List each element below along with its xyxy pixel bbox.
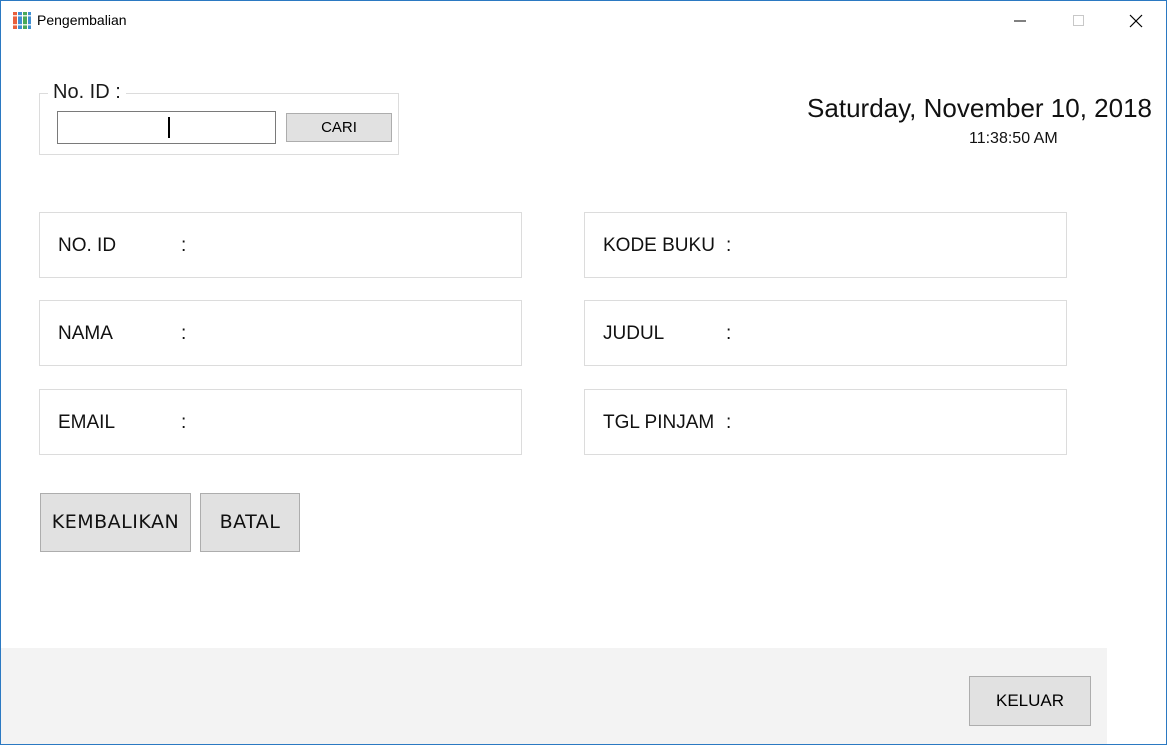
member-email-box: EMAIL :: [39, 389, 522, 455]
books-icon: [13, 12, 31, 29]
loan-date-label: TGL PINJAM: [603, 412, 715, 433]
loan-date-box: TGL PINJAM :: [584, 389, 1067, 455]
text-caret: [168, 117, 170, 138]
maximize-button[interactable]: [1049, 1, 1107, 39]
member-name-colon: :: [181, 323, 187, 344]
member-email-colon: :: [181, 412, 187, 433]
current-date: Saturday, November 10, 2018: [807, 93, 1152, 123]
member-email-label: EMAIL: [58, 412, 116, 433]
search-button[interactable]: CARI: [286, 113, 392, 142]
member-id-label: NO. ID: [58, 235, 117, 256]
close-icon: [1129, 14, 1143, 28]
book-code-label: KODE BUKU: [603, 235, 715, 256]
member-name-label: NAMA: [58, 323, 113, 344]
maximize-icon: [1073, 15, 1084, 26]
member-name-box: NAMA :: [39, 300, 522, 366]
minimize-button[interactable]: [991, 1, 1049, 39]
book-code-colon: :: [726, 235, 732, 256]
title-bar[interactable]: Pengembalian: [1, 1, 1166, 39]
current-time: 11:38:50 AM: [969, 130, 1058, 147]
window-title: Pengembalian: [37, 12, 127, 28]
close-button[interactable]: [1107, 1, 1165, 39]
footer-panel: [1, 648, 1107, 744]
pengembalian-window: Pengembalian No. ID : CARI Saturday, Nov…: [0, 0, 1167, 745]
minimize-icon: [1014, 20, 1026, 22]
book-title-colon: :: [726, 323, 732, 344]
loan-date-colon: :: [726, 412, 732, 433]
book-title-label: JUDUL: [603, 323, 665, 344]
member-id-box: NO. ID :: [39, 212, 522, 278]
id-search-input[interactable]: [57, 111, 276, 144]
exit-button[interactable]: KELUAR: [969, 676, 1091, 726]
cancel-button[interactable]: BATAL: [200, 493, 300, 552]
member-id-colon: :: [181, 235, 187, 256]
search-legend: No. ID :: [48, 81, 126, 104]
book-title-box: JUDUL :: [584, 300, 1067, 366]
return-button[interactable]: KEMBALIKAN: [40, 493, 191, 552]
book-code-box: KODE BUKU :: [584, 212, 1067, 278]
